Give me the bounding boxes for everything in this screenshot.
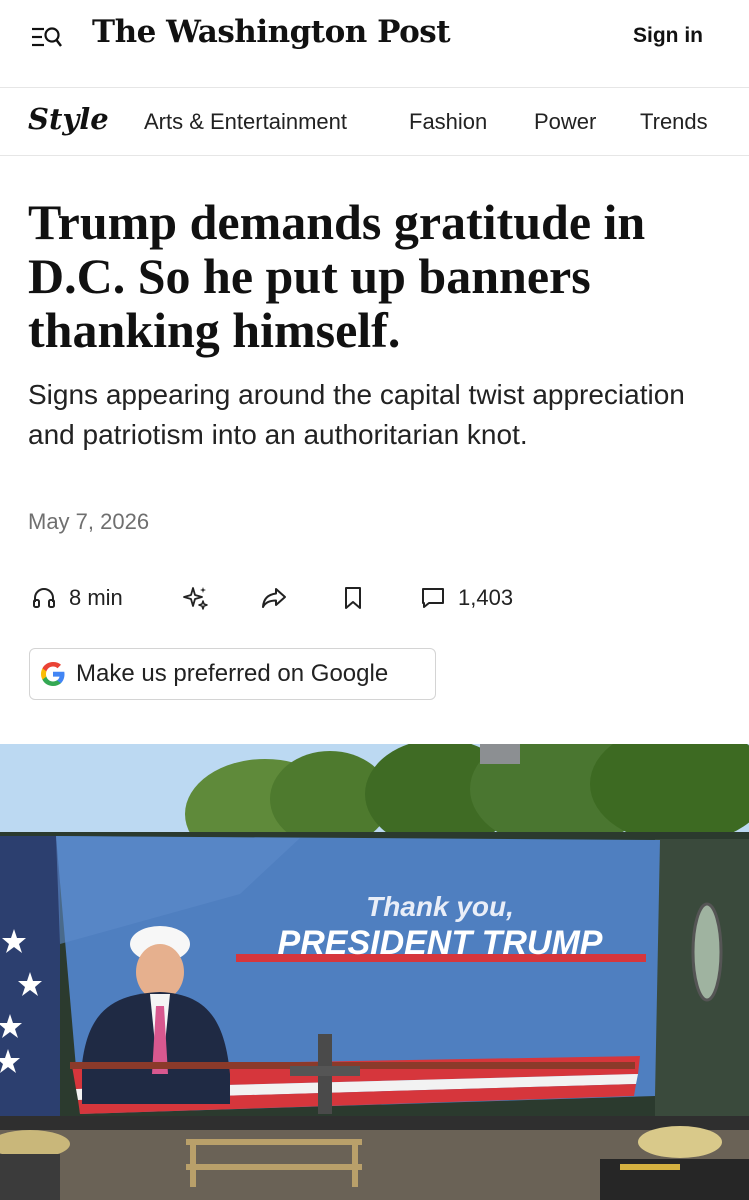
article-dek: Signs appearing around the capital twist… [28,379,685,450]
section-nav-bar [0,88,749,156]
publish-date: May 7, 2026 [28,509,150,534]
google-preferred-label: Make us preferred on Google [76,660,389,687]
headphones-icon [31,585,57,611]
google-g-icon [38,659,68,689]
bookmark-icon [342,585,364,611]
sparkle-icon [182,584,210,612]
comments-button[interactable]: 1,403 [420,578,513,618]
banner-text-line2: PRESIDENT TRUMP [278,924,603,962]
bookmark-button[interactable] [342,578,364,618]
comment-icon [420,585,446,611]
nav-item-trends[interactable]: Trends [640,109,708,135]
listen-button[interactable]: 8 min [31,578,123,618]
lead-photo[interactable]: Thank you, PRESIDENT TRUMP [0,744,749,1200]
share-button[interactable] [260,578,288,618]
menu-search-icon[interactable] [30,24,64,50]
article-headline: Trump demands gratitude in D.C. So he pu… [28,194,646,358]
site-logo[interactable]: The Washington Post [92,14,451,50]
section-title[interactable]: Style [28,102,109,136]
top-bar: The Washington Post Sign in [0,0,749,88]
nav-item-power[interactable]: Power [534,109,596,135]
nav-item-fashion[interactable]: Fashion [409,109,487,135]
nav-item-arts-entertainment[interactable]: Arts & Entertainment [144,109,347,135]
comment-count: 1,403 [458,585,514,610]
share-icon [260,585,288,611]
google-preferred-button[interactable]: Make us preferred on Google [29,648,436,700]
article-tools: 8 min 1,403 [0,578,749,618]
listen-time: 8 min [69,585,123,610]
banner-text-line1: Thank you, [366,891,514,922]
summary-button[interactable] [182,578,210,618]
sign-in-button[interactable]: Sign in [633,24,703,48]
